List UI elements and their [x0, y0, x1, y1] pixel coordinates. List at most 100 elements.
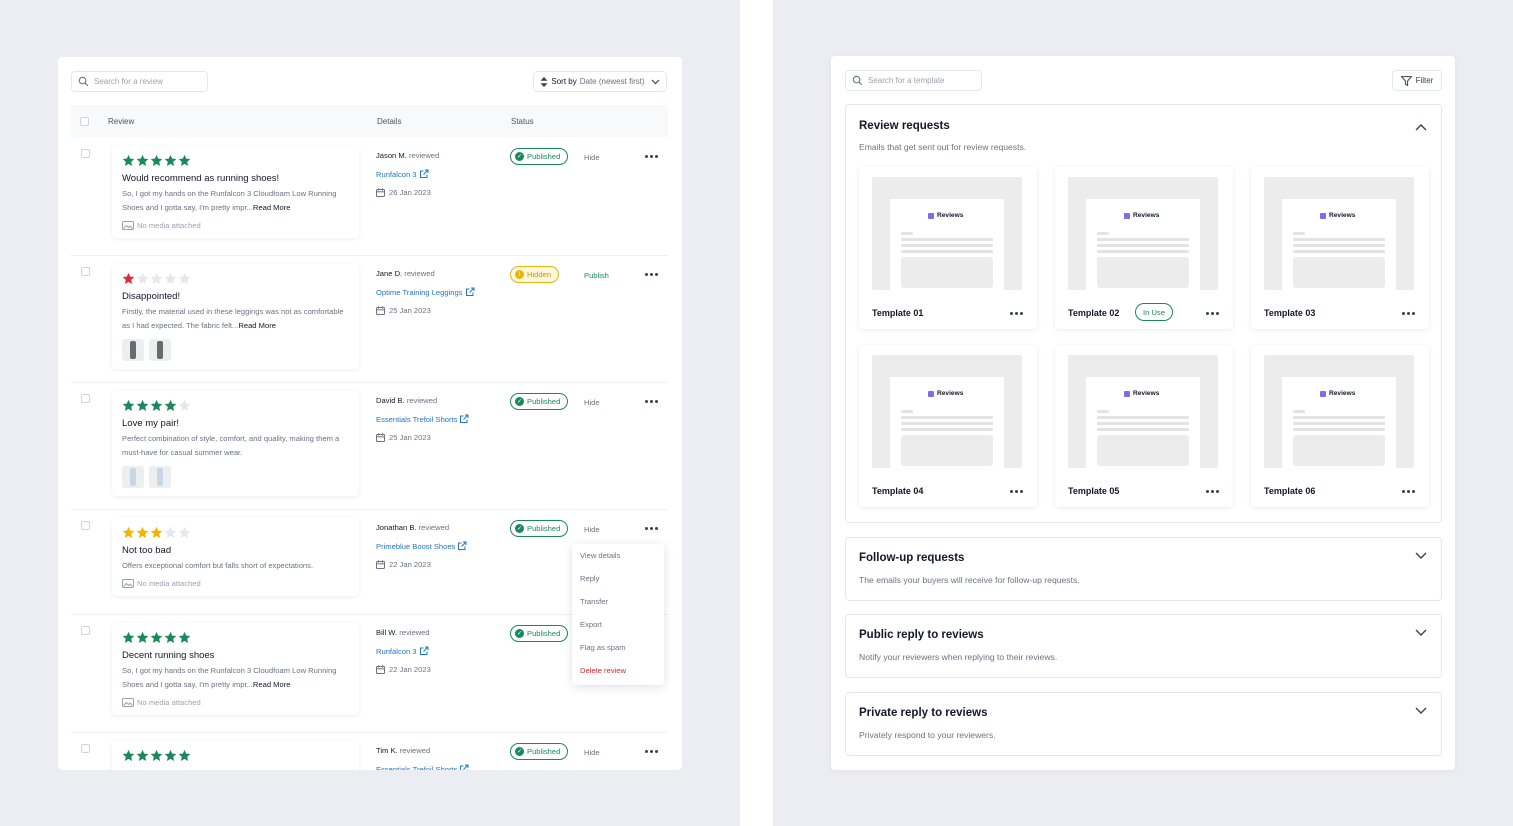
search-icon	[78, 76, 89, 87]
row-action-button[interactable]: Hide	[584, 748, 600, 757]
status-badge: ✓ Published	[510, 148, 569, 165]
menu-item-reply[interactable]: Reply	[580, 574, 599, 583]
product-link[interactable]: Essentials Trefoil Shorts	[376, 764, 469, 770]
more-options-icon[interactable]	[644, 523, 658, 533]
row-checkbox[interactable]	[81, 744, 90, 753]
filter-button[interactable]: Filter	[1392, 70, 1442, 91]
review-details: Jonathan B. reviewed Primeblue Boost Sho…	[376, 523, 467, 569]
media-thumbnail[interactable]	[149, 339, 171, 361]
star-icon	[164, 526, 177, 538]
menu-item-export[interactable]: Export	[580, 620, 602, 629]
more-options-icon[interactable]	[644, 746, 658, 756]
row-checkbox[interactable]	[81, 267, 90, 276]
reviewer: Tim K. reviewed	[376, 746, 469, 755]
chevron-down-icon[interactable]	[1415, 552, 1427, 560]
product-link[interactable]: Runfalcon 3	[376, 169, 439, 179]
row-action-button[interactable]: Hide	[584, 153, 600, 162]
menu-item-view-details[interactable]: View details	[580, 551, 620, 560]
brand-logo-icon	[928, 390, 934, 397]
template-card[interactable]: Reviews Template 02 In Use	[1055, 167, 1233, 329]
brand-logo: Reviews	[1320, 390, 1355, 397]
read-more-link[interactable]: Read More	[253, 203, 291, 212]
template-preview: Reviews	[1068, 177, 1218, 290]
row-checkbox[interactable]	[81, 149, 90, 158]
brand-logo-icon	[1320, 390, 1326, 397]
preview-line	[901, 232, 913, 235]
select-all-checkbox[interactable]	[80, 117, 89, 126]
menu-item-delete-review[interactable]: Delete review	[580, 666, 626, 675]
review-card[interactable]: Would recommend as running shoes! So, I …	[112, 146, 359, 238]
section-public-reply[interactable]: Public reply to reviews Notify your revi…	[845, 614, 1442, 678]
template-card[interactable]: Reviews Template 01	[859, 167, 1037, 329]
read-more-link[interactable]: Read More	[238, 321, 276, 330]
review-search-input[interactable]: Search for a review	[71, 71, 208, 92]
product-link[interactable]: Essentials Trefoil Shorts	[376, 414, 469, 424]
status-badge: ✓ Published	[510, 393, 569, 410]
product-link[interactable]: Runfalcon 3	[376, 646, 431, 656]
more-options-icon[interactable]	[644, 269, 658, 279]
review-body-text: Offers exceptional comfort but falls sho…	[122, 561, 314, 570]
template-card[interactable]: Reviews Template 03	[1251, 167, 1429, 329]
more-options-icon[interactable]	[1205, 486, 1219, 496]
row-checkbox[interactable]	[81, 626, 90, 635]
more-options-icon[interactable]	[1009, 486, 1023, 496]
review-card[interactable]: Disappointed! Firstly, the material used…	[112, 264, 359, 369]
review-body-text: Perfect combination of style, comfort, a…	[122, 434, 340, 457]
sort-dropdown[interactable]: Sort by Date (newest first)	[533, 71, 667, 92]
read-more-link[interactable]: Read More	[253, 680, 291, 689]
template-card[interactable]: Reviews Template 05	[1055, 345, 1233, 507]
more-options-icon[interactable]	[1401, 486, 1415, 496]
row-checkbox[interactable]	[81, 394, 90, 403]
chevron-down-icon	[651, 79, 660, 84]
product-link[interactable]: Optime Training Leggings	[376, 287, 475, 297]
calendar-icon	[376, 306, 385, 315]
section-private-reply[interactable]: Private reply to reviews Privately respo…	[845, 692, 1442, 756]
preview-line	[1097, 250, 1189, 253]
star-rating	[122, 272, 349, 286]
review-body-text: So, I got my hands on the Runfalcon 3 Cl…	[122, 666, 337, 689]
template-card[interactable]: Reviews Template 04	[859, 345, 1037, 507]
more-options-icon[interactable]	[1009, 308, 1023, 318]
review-card[interactable]: Love my pair! Perfect combination of sty…	[112, 391, 359, 496]
media-thumbnail[interactable]	[149, 466, 171, 488]
review-title: Love my pair!	[122, 418, 180, 429]
chevron-down-icon[interactable]	[1415, 707, 1427, 715]
more-options-icon[interactable]	[644, 151, 658, 161]
preview-block	[1293, 257, 1385, 288]
review-card[interactable]: Not too bad Offers exceptional comfort b…	[112, 518, 359, 596]
more-options-icon[interactable]	[1205, 308, 1219, 318]
template-search-placeholder: Search for a template	[868, 76, 945, 85]
star-icon	[122, 749, 135, 761]
media-thumbnail[interactable]	[122, 339, 144, 361]
star-icon	[164, 749, 177, 761]
media-thumbnail[interactable]	[122, 466, 144, 488]
external-link-icon	[419, 169, 429, 178]
review-card[interactable]: Decent running shoes So, I got my hands …	[112, 623, 359, 715]
menu-item-flag-spam[interactable]: Flag as spam	[580, 643, 626, 652]
menu-item-transfer[interactable]: Transfer	[580, 597, 608, 606]
row-action-button[interactable]: Publish	[584, 271, 609, 280]
reviewer: Jason M. reviewed	[376, 151, 439, 160]
review-card[interactable]	[112, 741, 359, 770]
star-icon	[164, 399, 177, 411]
no-media-label: No media attached	[122, 221, 349, 230]
star-icon	[136, 154, 149, 166]
template-card[interactable]: Reviews Template 06	[1251, 345, 1429, 507]
more-options-icon[interactable]	[644, 396, 658, 406]
row-checkbox[interactable]	[81, 521, 90, 530]
section-follow-up-requests[interactable]: Follow-up requests The emails your buyer…	[845, 537, 1442, 601]
template-search-input[interactable]: Search for a template	[845, 70, 982, 91]
row-action-button[interactable]: Hide	[584, 398, 600, 407]
preview-line	[1097, 232, 1109, 235]
star-icon	[178, 154, 191, 166]
section-review-requests: Review requests Emails that get sent out…	[845, 104, 1442, 523]
check-circle-icon: ✓	[515, 629, 524, 638]
star-rating	[122, 631, 349, 645]
row-action-button[interactable]: Hide	[584, 525, 600, 534]
chevron-up-icon[interactable]	[1415, 123, 1427, 131]
more-options-icon[interactable]	[1401, 308, 1415, 318]
external-link-icon	[458, 541, 467, 550]
product-link[interactable]: Primeblue Boost Shoes	[376, 541, 467, 551]
chevron-down-icon[interactable]	[1415, 629, 1427, 637]
calendar-icon	[376, 665, 385, 674]
